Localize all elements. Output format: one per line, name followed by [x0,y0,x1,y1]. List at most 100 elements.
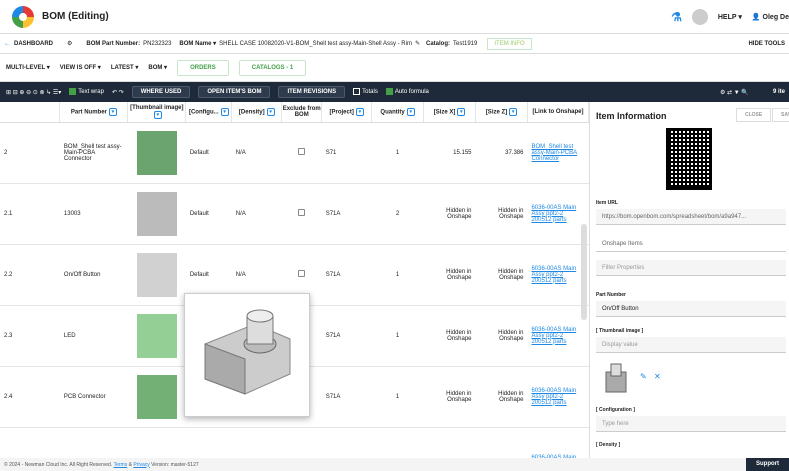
display-value-field[interactable]: Display value [596,337,786,353]
terms-link[interactable]: Terms [114,462,128,468]
project-cell[interactable]: S71 [321,122,372,184]
catalog-value[interactable]: Test1919 [453,41,477,47]
quantity-cell[interactable]: 1 [371,366,424,428]
col-size-x[interactable]: [Size X] ▾ [423,102,477,123]
col-size-z[interactable]: [Size Z] ▾ [475,102,528,123]
item-revisions-button[interactable]: ITEM REVISIONS [278,86,346,98]
grid-scrollbar[interactable] [581,224,587,320]
edit-icon[interactable]: ✎ [415,40,420,47]
thumbnail-cell[interactable] [127,122,186,184]
avatar[interactable] [691,9,708,25]
link-cell[interactable]: 6036-00AS Main Assy ppt2-2 200512 parts [527,244,589,306]
view-select[interactable]: VIEW IS OFF ▾ [60,64,101,71]
text-wrap-toggle[interactable]: Text wrap [69,88,104,96]
col-select[interactable] [0,102,61,123]
thumbnail-image[interactable] [136,130,177,175]
exclude-cell[interactable] [281,183,322,245]
col-configuration[interactable]: [Configu... ▾ [185,102,233,123]
thumbnail-cell[interactable] [127,244,186,306]
part-number-cell[interactable]: On/Off Button [59,244,128,306]
part-number-cell[interactable]: 13003 [59,183,128,245]
project-cell[interactable]: S71A [321,366,372,428]
quantity-cell[interactable] [371,427,424,458]
size-x-cell[interactable]: Hidden in Onshape [423,366,476,428]
filter-icon[interactable]: ▾ [266,107,275,116]
project-cell[interactable]: S71A [321,183,372,245]
size-z-cell[interactable]: Hidden in Onshape [475,244,528,306]
open-items-bom-button[interactable]: OPEN ITEM'S BOM [198,86,271,98]
text-wrap-checkbox[interactable] [69,88,77,96]
size-x-cell[interactable]: Hidden in Onshape [423,305,476,367]
row-index[interactable]: 2.1 [0,183,60,245]
link-cell[interactable]: 6036-00AS Main Assy ppt2-2 200512 parts [527,183,589,245]
part-number-cell[interactable]: PCB Connector [59,366,128,428]
filter-icon[interactable]: ▾ [406,107,415,116]
density-cell[interactable]: N/A [231,122,282,184]
edit-thumbnail-icon[interactable]: ✎ [640,372,647,381]
item-url-field[interactable]: https://bom.openbom.com/spreadsheet/bom/… [596,209,786,225]
exclude-checkbox[interactable] [298,148,306,155]
help-menu[interactable]: HELP ▾ [718,13,742,21]
part-number-cell[interactable]: BOM_Shell test assy-Main-PCBA Connector [59,122,128,184]
thumbnail-image[interactable] [136,374,177,419]
privacy-link[interactable]: Privacy [133,462,149,468]
size-x-cell[interactable]: Hidden in Onshape [423,244,476,306]
project-cell[interactable]: S71A [321,244,372,306]
flask-icon[interactable]: ⚗ [671,10,682,24]
catalogs-button[interactable]: CATALOGS - 1 [238,59,307,76]
configuration-field[interactable]: Type here [596,416,786,432]
auto-formula-toggle[interactable]: Auto formula [385,88,429,96]
multi-level-select[interactable]: MULTI-LEVEL ▾ [6,64,50,71]
filter-icon[interactable]: ▾ [153,110,162,119]
link-cell[interactable]: 6036-00AS Main Assy ppt2-2 200512 parts [527,305,589,367]
size-x-cell[interactable]: Hidden in Onshape [423,183,476,245]
thumbnail-cell[interactable] [127,366,186,428]
size-z-cell[interactable] [475,427,528,458]
col-exclude[interactable]: Exclude from BOM [281,102,323,123]
back-arrow-icon[interactable]: ← [4,41,10,47]
where-used-button[interactable]: WHERE USED [131,86,191,98]
project-cell[interactable]: S71A [321,305,372,367]
size-z-cell[interactable]: Hidden in Onshape [475,183,528,245]
exclude-cell[interactable] [281,427,322,458]
link-cell[interactable]: 6036-00AS Main [527,427,589,458]
density-cell[interactable] [231,427,282,458]
thumbnail-image[interactable] [136,191,177,236]
link-cell[interactable]: BOM_Shell test assy-Main-PCBA Connector [527,122,589,184]
filter-icon[interactable]: ▾ [108,107,117,116]
density-cell[interactable]: N/A [231,183,282,245]
col-thumbnail[interactable]: [Thumbnail image]▾ [127,102,187,123]
undo-redo-icons[interactable]: ↶ ↷ [112,89,124,96]
exclude-cell[interactable] [281,122,322,184]
configuration-cell[interactable]: Default [185,122,232,184]
size-z-cell[interactable]: 37.386 [475,122,528,184]
item-info-button[interactable]: ITEM INFO [487,37,532,50]
row-index[interactable]: 2 [0,122,60,184]
thumbnail-image[interactable] [136,313,177,358]
orders-button[interactable]: ORDERS [177,59,229,76]
support-button[interactable]: Support [746,458,789,471]
col-quantity[interactable]: Quantity ▾ [371,102,425,123]
onshape-items-select[interactable]: Onshape Items [596,236,786,252]
bom-select[interactable]: BOM ▾ [148,64,167,71]
link-cell[interactable]: 6036-00AS Main Assy ppt2-2 200512 parts [527,366,589,428]
thumbnail-cell[interactable] [127,183,186,245]
auto-formula-checkbox[interactable] [385,88,393,96]
col-project[interactable]: [Project] ▾ [321,102,373,123]
part-number-field[interactable]: On/Off Button [596,301,786,317]
part-number-cell[interactable]: LED [59,305,128,367]
settings-icon[interactable]: ⚙ ⇄ ▼ 🔍 [720,89,749,96]
quantity-cell[interactable]: 2 [371,183,424,245]
row-index[interactable]: 2.2 [0,244,60,306]
filter-properties-input[interactable]: Filter Properties [596,260,786,276]
thumbnail-image[interactable] [136,252,177,297]
quantity-cell[interactable]: 1 [371,305,424,367]
table-row[interactable]: 2 BOM_Shell test assy-Main-PCBA Connector… [0,122,589,184]
totals-toggle[interactable]: Totals [353,88,378,96]
size-x-cell[interactable]: 15.155 [423,122,476,184]
configuration-cell[interactable]: Default [185,183,232,245]
quantity-cell[interactable]: 1 [371,244,424,306]
size-x-cell[interactable] [423,427,476,458]
hide-tools-button[interactable]: HIDE TOOLS [748,41,785,47]
filter-icon[interactable]: ▾ [457,107,466,116]
